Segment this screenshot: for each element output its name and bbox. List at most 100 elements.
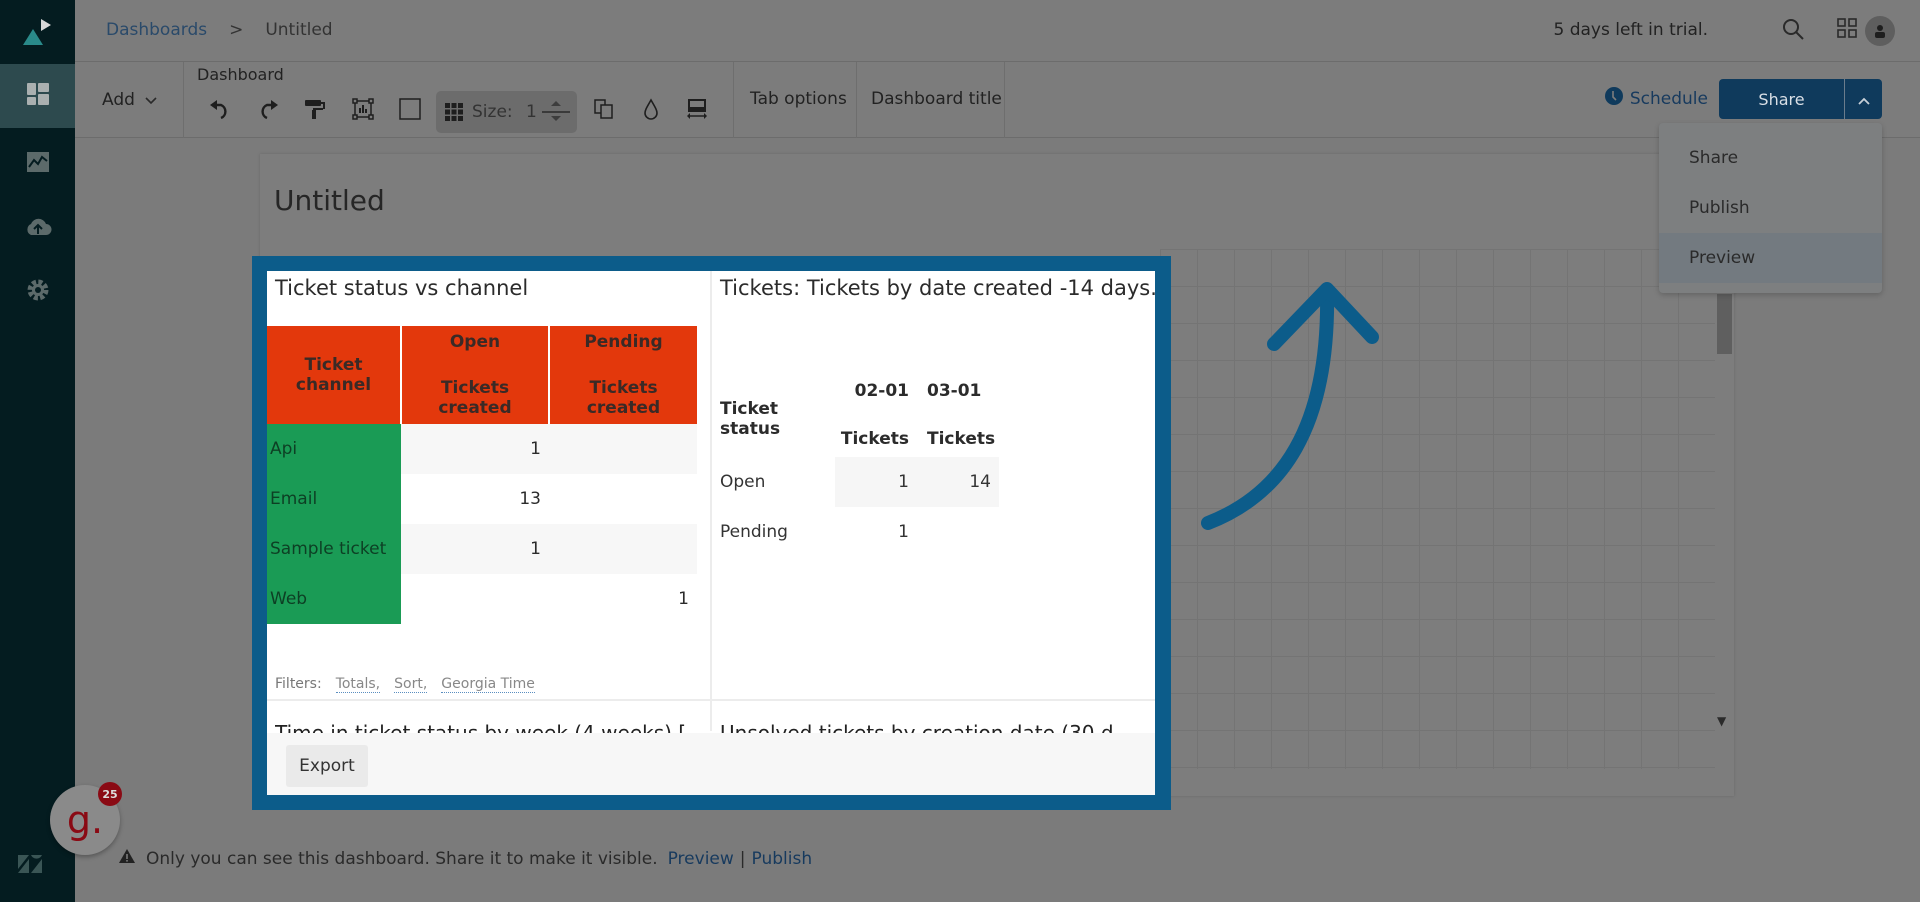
schedule-label: Schedule: [1629, 88, 1708, 109]
notice-separator: |: [739, 848, 746, 869]
table-row: Open 1 14: [720, 457, 999, 507]
widget-filters: Filters: Totals, Sort, Georgia Time: [275, 676, 535, 693]
table-row: Sample ticket 1: [267, 524, 697, 574]
size-stepper[interactable]: [541, 97, 571, 131]
toolbar-divider: [856, 62, 857, 138]
share-menu-item-share[interactable]: Share: [1659, 133, 1882, 183]
visibility-notice: Only you can see this dashboard. Share i…: [118, 848, 812, 869]
gear-icon: [26, 278, 50, 306]
fit-width-icon[interactable]: [684, 96, 710, 122]
sidebar-item-settings[interactable]: [0, 260, 75, 324]
widget-title-clipped: Unsolved tickets by creation date (30 d: [720, 721, 1114, 733]
apps-grid-icon[interactable]: [1836, 17, 1858, 43]
share-button[interactable]: Share: [1719, 79, 1844, 119]
header-date-value: 03-01: [927, 381, 982, 401]
breadcrumb-dashboards-link[interactable]: Dashboards: [106, 20, 207, 40]
grid-icon: [445, 103, 463, 125]
filter-sort[interactable]: Sort,: [394, 676, 428, 693]
toolbar-section-label: Dashboard: [197, 65, 284, 84]
filter-totals[interactable]: Totals,: [335, 676, 381, 693]
chevron-down-icon: [145, 90, 157, 110]
value-cell: [549, 424, 697, 474]
sidebar-item-reports[interactable]: [0, 132, 75, 196]
notification-count: 25: [98, 782, 122, 806]
value-cell: 14: [917, 457, 999, 507]
channel-cell: Web: [267, 574, 401, 624]
value-cell: 1: [678, 589, 689, 609]
blank-widget-icon[interactable]: [397, 96, 423, 122]
value-cell: [549, 524, 697, 574]
undo-icon[interactable]: [207, 96, 233, 122]
schedule-button[interactable]: Schedule: [1604, 86, 1708, 111]
user-avatar[interactable]: [1865, 16, 1895, 46]
tab-options-button[interactable]: Tab options: [750, 89, 847, 109]
clock-icon: [1604, 86, 1624, 111]
channel-cell: Sample ticket: [267, 524, 401, 574]
sidebar: [0, 0, 75, 902]
share-menu-item-preview[interactable]: Preview: [1659, 233, 1882, 283]
table-header-row: Ticket channel Open Tickets created Pend…: [267, 326, 697, 424]
search-icon[interactable]: [1781, 17, 1805, 45]
top-bar: Dashboards > Untitled 5 days left in tri…: [75, 0, 1920, 62]
filter-timezone[interactable]: Georgia Time: [441, 676, 535, 693]
export-bar: Export: [267, 733, 1155, 795]
breadcrumb-current: Untitled: [265, 20, 333, 40]
duplicate-icon[interactable]: [591, 96, 617, 122]
share-menu-toggle[interactable]: [1844, 79, 1882, 119]
value-cell: 1: [401, 424, 549, 474]
header-status: Pending: [584, 332, 663, 352]
zendesk-logo-icon[interactable]: [18, 855, 42, 877]
header-ticket-status: Ticket status: [720, 399, 781, 439]
format-painter-icon[interactable]: [302, 96, 328, 122]
preview-highlight-frame: Ticket status vs channel Ticket channel …: [252, 256, 1171, 810]
export-button[interactable]: Export: [286, 745, 368, 787]
dashboard-title-button[interactable]: Dashboard title: [871, 89, 1002, 109]
header-date: 02-01 Tickets: [835, 381, 917, 457]
canvas-scrollbar[interactable]: [1717, 294, 1732, 354]
scroll-down-icon[interactable]: ▼: [1717, 714, 1726, 728]
add-button[interactable]: Add: [102, 90, 157, 110]
cloud-upload-icon: [24, 216, 52, 240]
widget-title: Ticket status vs channel: [275, 276, 529, 300]
sidebar-item-dashboards[interactable]: [0, 64, 75, 128]
widget-tickets-by-date[interactable]: Tickets: Tickets by date created -14 day…: [720, 271, 1155, 699]
filters-label: Filters:: [275, 676, 322, 692]
dashboard-toolbar: Add Dashboard Size: 1 Tab options Dashbo…: [75, 62, 1920, 138]
widget-title-clipped: Time in ticket status by week (4 weeks) …: [275, 721, 687, 733]
add-label: Add: [102, 90, 135, 110]
color-drop-icon[interactable]: [638, 96, 664, 122]
header-metric: Tickets: [840, 429, 909, 449]
breadcrumb: Dashboards > Untitled: [106, 20, 333, 40]
value-cell: 13: [519, 489, 541, 509]
breadcrumb-separator: >: [229, 20, 244, 40]
value-cell: 1: [835, 457, 917, 507]
table-row: Pending 1: [720, 507, 999, 557]
header-metric: Tickets created: [586, 378, 661, 418]
header-date-value: 02-01: [854, 381, 909, 401]
table-row: Api 1: [267, 424, 697, 474]
explore-logo-icon[interactable]: [0, 0, 75, 64]
widget-chart-icon[interactable]: [350, 96, 376, 122]
sidebar-item-datasets[interactable]: [0, 196, 75, 260]
channel-cell: Email: [267, 474, 401, 524]
table-row: Email 13: [267, 474, 697, 524]
notice-preview-link[interactable]: Preview: [668, 849, 734, 869]
toolbar-divider: [733, 62, 734, 138]
header-metric: Tickets: [927, 429, 996, 449]
ticket-channel-table: Ticket channel Open Tickets created Pend…: [267, 326, 697, 624]
size-value[interactable]: 1: [526, 102, 537, 122]
share-menu-item-publish[interactable]: Publish: [1659, 183, 1882, 233]
notice-publish-link[interactable]: Publish: [752, 849, 813, 869]
value-cell: 1: [401, 524, 549, 574]
header-metric: Tickets created: [438, 378, 512, 418]
channel-cell: Api: [267, 424, 401, 474]
header-date: 03-01 Tickets: [917, 381, 999, 457]
share-menu: Share Publish Preview: [1659, 123, 1882, 293]
dashboard-title[interactable]: Untitled: [274, 184, 385, 217]
grid-size-control[interactable]: Size: 1: [436, 91, 577, 133]
toolbar-divider: [183, 62, 184, 138]
dashboard-icon: [26, 83, 49, 109]
redo-icon[interactable]: [255, 96, 281, 122]
value-cell: [549, 474, 697, 524]
size-label: Size:: [472, 102, 513, 122]
